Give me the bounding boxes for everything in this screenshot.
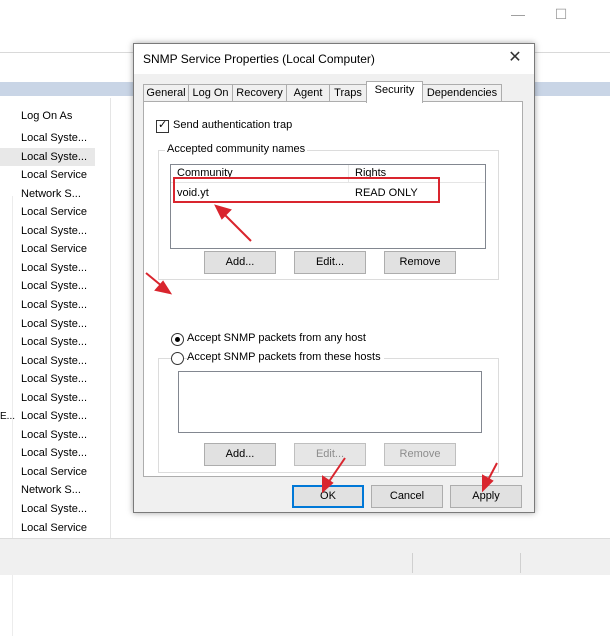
log-on-as-cell: Local Service <box>21 521 88 534</box>
security-tab-panel: ✓ Send authentication trap Accepted comm… <box>143 101 523 477</box>
accept-these-hosts-label: Accept SNMP packets from these hosts <box>187 351 384 363</box>
service-row[interactable]: Local Syste... <box>0 352 95 370</box>
tab-recovery[interactable]: Recovery <box>232 84 287 102</box>
truncated-text: E... <box>0 411 16 422</box>
log-on-as-cell: Local Syste... <box>21 503 88 515</box>
community-remove-button[interactable]: Remove <box>384 251 456 274</box>
tab-agent[interactable]: Agent <box>286 84 330 102</box>
hosts-edit-button[interactable]: Edit... <box>294 443 366 466</box>
log-on-as-cell: Local Syste... <box>21 447 88 460</box>
service-row[interactable]: Local Syste... <box>0 444 95 462</box>
log-on-as-cell: Local Service <box>21 169 88 182</box>
service-row[interactable]: Local Syste... <box>0 333 95 351</box>
community-edit-button[interactable]: Edit... <box>294 251 366 274</box>
service-row[interactable]: Local Service <box>0 240 95 258</box>
service-row[interactable]: Network S... <box>0 481 95 499</box>
log-on-as-column-header[interactable]: Log On As <box>21 110 72 122</box>
tab-traps[interactable]: Traps <box>329 84 367 102</box>
service-row[interactable]: Local Syste... <box>0 147 95 166</box>
radio-circle[interactable] <box>171 333 184 346</box>
log-on-as-cell: Local Syste... <box>21 280 88 293</box>
service-row[interactable]: Local Service <box>0 519 95 537</box>
close-icon[interactable]: ✕ <box>506 49 524 67</box>
minimize-icon[interactable]: — <box>508 4 528 24</box>
service-row[interactable]: Local Service <box>0 463 95 481</box>
status-separator <box>412 553 413 573</box>
checkbox-box[interactable]: ✓ <box>156 119 169 133</box>
snmp-properties-dialog: SNMP Service Properties (Local Computer)… <box>133 43 535 513</box>
community-names-group: Accepted community names Community Right… <box>158 143 499 280</box>
log-on-as-cell: Local Syste... <box>21 428 88 441</box>
service-row[interactable]: Local Syste... <box>0 315 95 333</box>
log-on-as-cell: Local Syste... <box>21 150 88 163</box>
log-on-as-cell: Local Syste... <box>21 298 88 311</box>
community-add-button[interactable]: Add... <box>204 251 276 274</box>
service-row[interactable]: Local Service <box>0 203 95 221</box>
tab-security[interactable]: Security <box>366 81 423 103</box>
service-row[interactable]: Local Syste... <box>0 296 95 314</box>
dialog-titlebar: SNMP Service Properties (Local Computer)… <box>134 44 534 74</box>
radio-circle[interactable] <box>171 352 184 365</box>
annotation-highlight-box <box>173 177 440 203</box>
log-on-as-cell: Network S... <box>21 484 81 497</box>
service-row[interactable]: Local Syste... <box>0 277 95 295</box>
hosts-group: Add... Edit... Remove <box>158 358 499 473</box>
send-auth-trap-label: Send authentication trap <box>173 119 293 131</box>
tab-log-on[interactable]: Log On <box>188 84 233 102</box>
apply-button[interactable]: Apply <box>450 485 522 508</box>
service-row[interactable]: Local Syste... <box>0 222 95 240</box>
service-row[interactable]: Local Syste... <box>0 389 95 407</box>
log-on-as-cell: Local Syste... <box>21 261 88 274</box>
status-bar <box>0 538 610 575</box>
tab-dependencies[interactable]: Dependencies <box>422 84 502 102</box>
log-on-as-cell: Local Service <box>21 243 88 256</box>
log-on-as-cell: Local Syste... <box>21 391 88 404</box>
service-row[interactable]: Network S... <box>0 185 95 203</box>
log-on-as-cell: Network S... <box>21 187 81 200</box>
radio-dot <box>175 337 180 342</box>
dialog-title: SNMP Service Properties (Local Computer) <box>143 52 375 66</box>
service-row[interactable]: Local Syste... <box>0 426 95 444</box>
ok-button[interactable]: OK <box>292 485 364 508</box>
hosts-remove-button[interactable]: Remove <box>384 443 456 466</box>
service-row[interactable]: Local Syste... <box>0 259 95 277</box>
community-group-legend: Accepted community names <box>165 143 308 155</box>
log-on-as-cell: Local Syste... <box>21 336 88 349</box>
tab-general[interactable]: General <box>143 84 189 102</box>
hosts-list[interactable] <box>178 371 482 433</box>
log-on-as-cell: Local Syste... <box>21 132 88 144</box>
service-row[interactable]: Local Syste... <box>0 370 95 388</box>
accept-any-host-label: Accept SNMP packets from any host <box>187 332 366 344</box>
log-on-as-cell: Local Syste... <box>21 354 88 367</box>
log-on-as-cell: Local Syste... <box>21 373 88 386</box>
service-row[interactable]: Local Service <box>0 166 95 184</box>
log-on-as-cell: Local Service <box>21 465 88 478</box>
service-row[interactable]: Local Syste... <box>0 129 95 147</box>
log-on-as-cell: Local Syste... <box>21 410 88 423</box>
log-on-as-cell: Local Syste... <box>21 317 88 330</box>
checkmark-icon: ✓ <box>158 119 168 131</box>
cancel-button[interactable]: Cancel <box>371 485 443 508</box>
status-separator <box>520 553 521 573</box>
hosts-add-button[interactable]: Add... <box>204 443 276 466</box>
log-on-as-cell: Local Service <box>21 206 88 219</box>
background-window-titlebar: — ☐ <box>0 0 610 30</box>
service-row[interactable]: Local Syste... <box>0 500 95 518</box>
maximize-icon[interactable]: ☐ <box>551 4 571 24</box>
log-on-as-cell: Local Syste... <box>21 224 88 237</box>
